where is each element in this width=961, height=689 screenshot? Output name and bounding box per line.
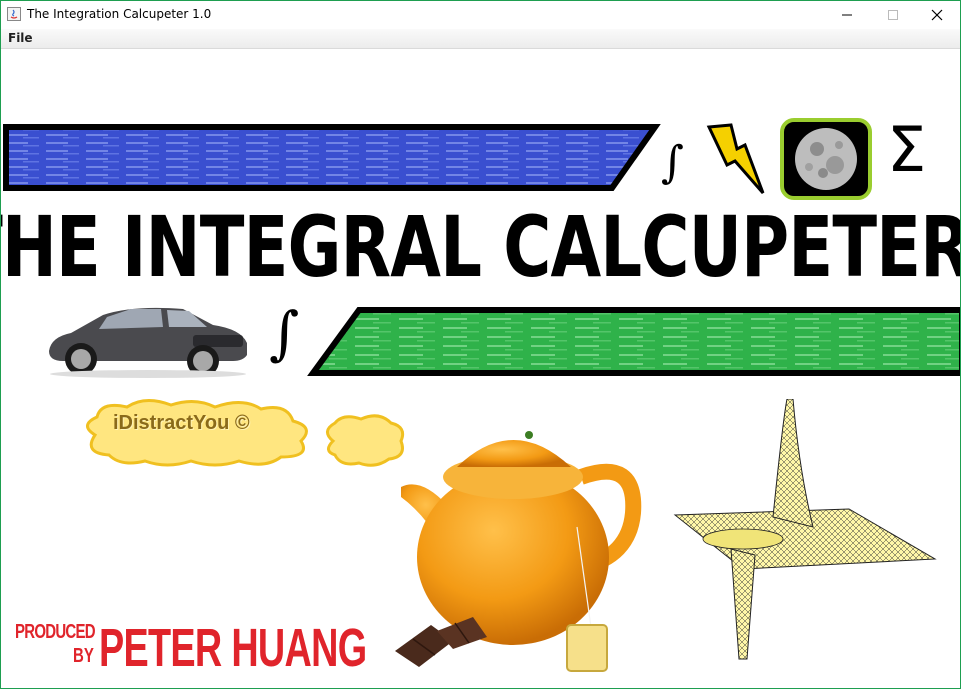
moon-icon <box>780 118 872 200</box>
splash-content: ∫ Σ THE INTEGRAL CALCUPETER ∫ iDistractY… <box>1 49 960 688</box>
credits-by: BY <box>73 645 94 667</box>
minimize-icon <box>842 14 852 16</box>
title-bar[interactable]: The Integration Calcupeter 1.0 <box>1 1 960 29</box>
blue-banner-bar <box>3 124 661 191</box>
maximize-button[interactable] <box>870 1 916 29</box>
menu-bar: File <box>1 29 960 49</box>
cloud-label: iDistractYou © <box>113 412 250 434</box>
lightning-bolt-icon <box>706 123 765 194</box>
window-title: The Integration Calcupeter 1.0 <box>27 7 212 21</box>
integral-symbol-bottom: ∫ <box>269 299 300 367</box>
credits-name: PETER HUANG <box>99 618 367 678</box>
java-app-icon <box>7 7 21 21</box>
maximize-icon <box>888 10 898 20</box>
app-window: The Integration Calcupeter 1.0 File ∫ Σ … <box>0 0 961 689</box>
close-icon <box>931 9 943 21</box>
app-title-banner: THE INTEGRAL CALCUPETER <box>0 198 961 296</box>
chocolate-image <box>395 617 487 667</box>
wireframe-surface-plot-image <box>673 399 937 660</box>
car-image <box>49 307 247 378</box>
menu-file[interactable]: File <box>8 31 33 45</box>
minimize-button[interactable] <box>824 1 870 29</box>
credits-produced: PRODUCED <box>15 621 96 643</box>
integral-symbol-top: ∫ <box>661 137 684 188</box>
green-banner-bar <box>307 307 960 376</box>
close-button[interactable] <box>914 1 960 29</box>
sigma-symbol: Σ <box>887 113 927 186</box>
